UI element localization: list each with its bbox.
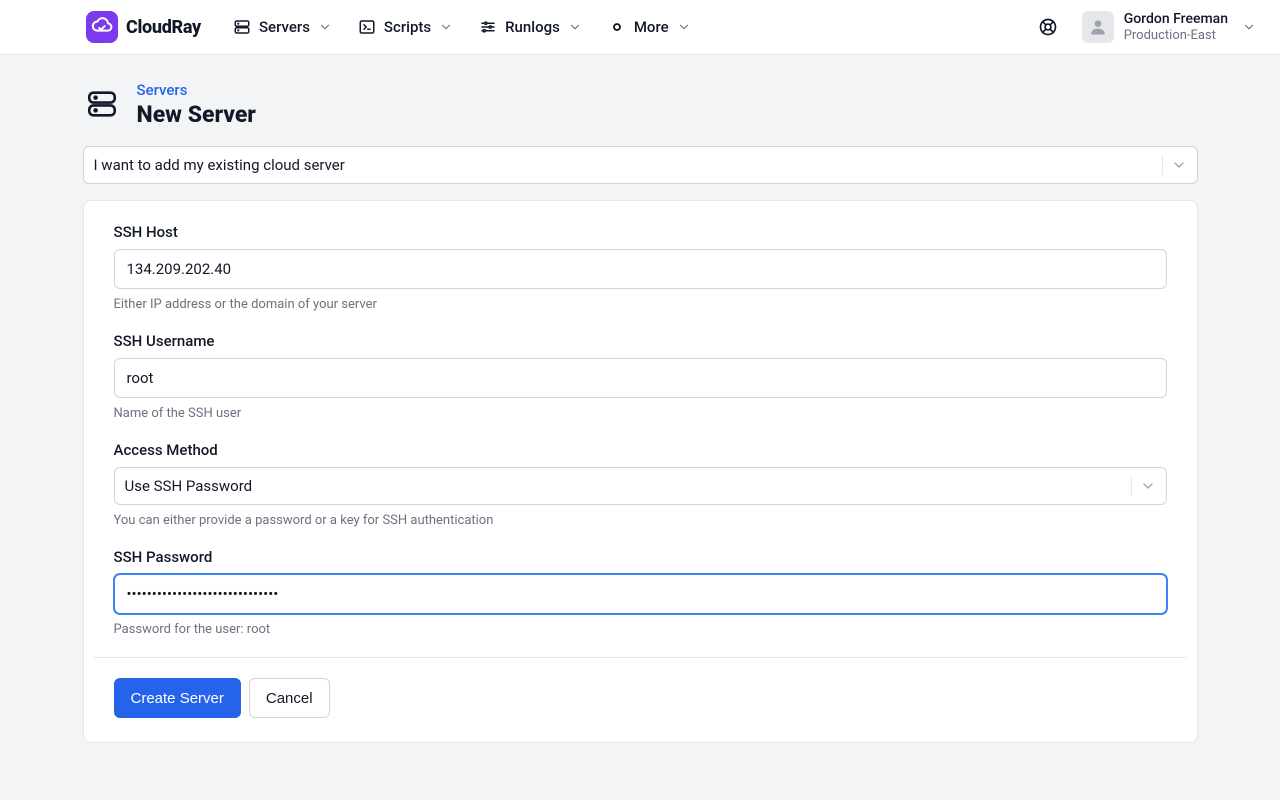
terminal-icon (358, 18, 376, 36)
avatar (1082, 11, 1114, 43)
brand-logo[interactable]: CloudRay (86, 11, 201, 43)
cancel-button[interactable]: Cancel (249, 678, 330, 718)
ssh-password-input[interactable] (114, 574, 1167, 614)
server-icon (85, 87, 119, 121)
server-type-value: I want to add my existing cloud server (94, 156, 1154, 174)
user-workspace: Production-East (1124, 28, 1228, 44)
user-text: Gordon Freeman Production-East (1124, 11, 1228, 43)
nav-runlogs[interactable]: Runlogs (479, 18, 582, 36)
chevron-down-icon (439, 20, 453, 34)
nav-runlogs-label: Runlogs (505, 18, 560, 36)
field-ssh-password: SSH Password Password for the user: root (114, 548, 1167, 637)
access-method-select[interactable]: Use SSH Password (114, 467, 1167, 505)
nav-more[interactable]: More (608, 18, 691, 36)
breadcrumb-servers-link[interactable]: Servers (137, 81, 188, 99)
field-access-method: Access Method Use SSH Password You can e… (114, 441, 1167, 528)
nav-servers-label: Servers (259, 18, 310, 36)
nav-servers[interactable]: Servers (233, 18, 332, 36)
create-server-button[interactable]: Create Server (114, 678, 241, 718)
ssh-username-help: Name of the SSH user (114, 406, 1167, 421)
chevron-down-icon (1140, 478, 1156, 494)
field-ssh-username: SSH Username Name of the SSH user (114, 332, 1167, 421)
nav-more-label: More (634, 18, 669, 36)
user-name: Gordon Freeman (1124, 11, 1228, 28)
ssh-host-help: Either IP address or the domain of your … (114, 297, 1167, 312)
sliders-icon (479, 18, 497, 36)
chevron-down-icon (1171, 157, 1187, 173)
nav-scripts[interactable]: Scripts (358, 18, 453, 36)
ssh-password-help: Password for the user: root (114, 622, 1167, 637)
ssh-host-label: SSH Host (114, 223, 1167, 241)
chevron-down-icon (568, 20, 582, 34)
chevron-down-icon (318, 20, 332, 34)
circle-icon (608, 18, 626, 36)
user-menu[interactable]: Gordon Freeman Production-East (1082, 11, 1256, 43)
chevron-down-icon (677, 20, 691, 34)
form-actions: Create Server Cancel (114, 678, 1167, 718)
server-icon (233, 18, 251, 36)
help-icon[interactable] (1038, 17, 1058, 37)
ssh-username-input[interactable] (114, 358, 1167, 398)
divider (94, 657, 1187, 658)
page-head: Servers New Server (83, 81, 1198, 128)
nav-scripts-label: Scripts (384, 18, 431, 36)
access-method-value: Use SSH Password (125, 477, 1123, 495)
form-card: SSH Host Either IP address or the domain… (83, 200, 1198, 743)
divider (1131, 476, 1132, 496)
field-ssh-host: SSH Host Either IP address or the domain… (114, 223, 1167, 312)
main-nav: Servers Scripts Runlogs (233, 18, 691, 36)
chevron-down-icon (1242, 20, 1256, 34)
breadcrumb: Servers (137, 81, 256, 99)
ssh-host-input[interactable] (114, 249, 1167, 289)
brand-name: CloudRay (126, 17, 201, 38)
ssh-username-label: SSH Username (114, 332, 1167, 350)
page-body: Servers New Server I want to add my exis… (83, 55, 1198, 783)
access-method-label: Access Method (114, 441, 1167, 459)
divider (1162, 155, 1163, 175)
server-type-selector[interactable]: I want to add my existing cloud server (83, 146, 1198, 184)
app-header: CloudRay Servers Scripts (0, 0, 1280, 55)
ssh-password-label: SSH Password (114, 548, 1167, 566)
cloud-icon (86, 11, 118, 43)
access-method-help: You can either provide a password or a k… (114, 513, 1167, 528)
page-title: New Server (137, 101, 256, 128)
